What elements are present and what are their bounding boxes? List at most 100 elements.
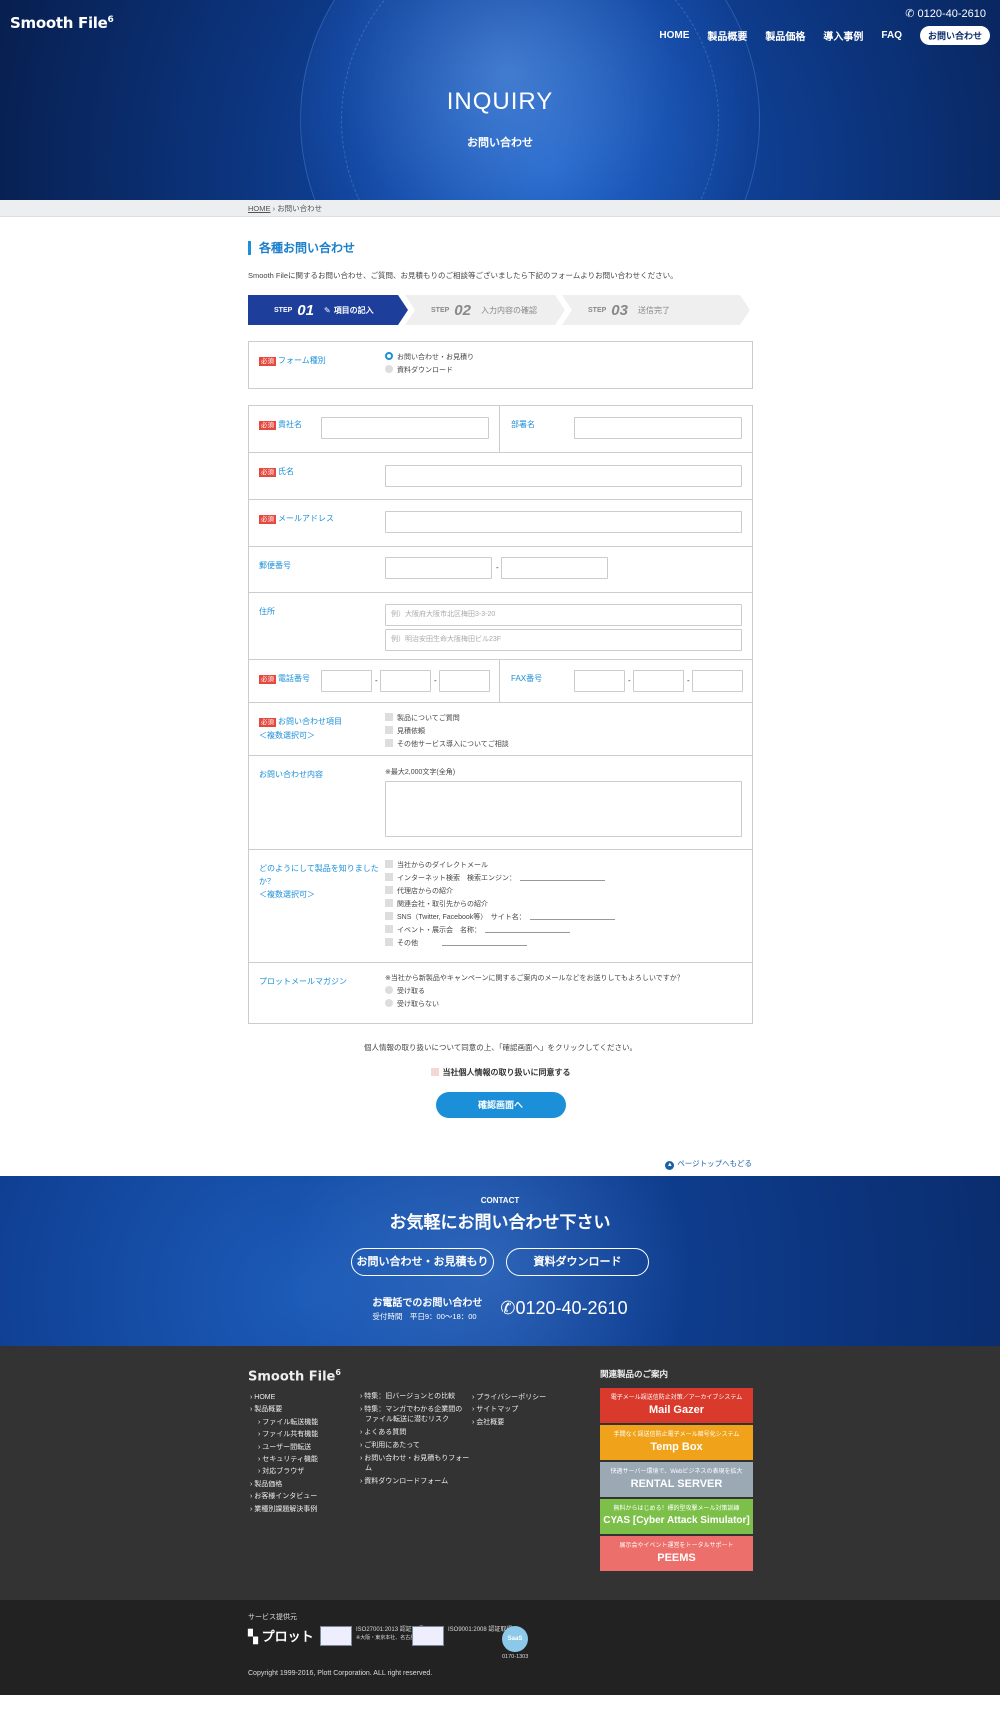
footer-link[interactable]: › プライバシーポリシー [472,1392,546,1404]
checkbox[interactable] [385,938,393,946]
footer-link[interactable]: › ご利用にあたって [360,1441,469,1451]
related-title: 関連製品のご案内 [600,1369,669,1379]
phone-input-2[interactable] [380,670,431,692]
agree-checkbox[interactable]: 当社個人情報の取り扱いに同意する [248,1067,753,1078]
inquiry-item-estimate[interactable]: 見積依頼 [385,726,425,738]
name-input[interactable] [385,465,742,487]
contact-download-button[interactable]: 資料ダウンロード [506,1248,649,1276]
footer-link[interactable]: › 資料ダウンロードフォーム [360,1477,469,1487]
magazine-receive[interactable]: 受け取る [385,986,425,998]
checkbox[interactable] [430,1068,439,1076]
footer-link[interactable]: › 会社概要 [472,1417,546,1429]
related-rental-server[interactable]: 快適サーバー環境で、Webビジネスの表現を拡大 RENTAL SERVER [600,1462,753,1497]
nav-cases[interactable]: 導入事例 [823,28,863,43]
postal-input-2[interactable] [501,557,608,579]
footer-link[interactable]: › HOME [250,1392,318,1404]
form-type-option-inquiry[interactable]: お問い合わせ・お見積り [385,352,474,364]
nav-price[interactable]: 製品価格 [765,28,805,43]
fax-input-3[interactable] [692,670,743,692]
phone-input-3[interactable] [439,670,490,692]
search-engine-field[interactable] [520,880,605,881]
checkbox[interactable] [385,912,393,920]
source-search[interactable]: インターネット検索 検索エンジン： [385,873,605,885]
footer-link[interactable]: › お問い合わせ・お見積もりフォー [360,1454,469,1464]
source-agency[interactable]: 代理店からの紹介 [385,886,453,898]
contact-inquiry-button[interactable]: お問い合わせ・お見積もり [351,1248,494,1276]
checkbox[interactable] [385,925,393,933]
footer-link[interactable]: › サイトマップ [472,1404,546,1416]
footer-link[interactable]: › 対応ブラウザ [250,1466,318,1478]
radio[interactable] [385,365,393,373]
radio[interactable] [385,999,393,1007]
nav-faq[interactable]: FAQ [881,30,902,41]
department-input[interactable] [574,417,742,439]
checkbox[interactable] [385,726,393,734]
footer-link[interactable]: › お客様インタビュー [250,1491,318,1503]
checkbox[interactable] [385,873,393,881]
nav-product[interactable]: 製品概要 [707,28,747,43]
footer: Smooth File6 › HOME › 製品概要 › ファイル転送機能 › … [0,1346,1000,1600]
fax-input-1[interactable] [574,670,625,692]
iso9001-badge: ISO9001:2008 認証取得 [412,1626,512,1646]
checkbox[interactable] [385,739,393,747]
footer-link-cont[interactable]: ファイル転送に潜むリスク [360,1415,469,1425]
email-input[interactable] [385,511,742,533]
source-dm[interactable]: 当社からのダイレクトメール [385,860,488,872]
form-type-option-download[interactable]: 資料ダウンロード [385,365,453,377]
footer-link[interactable]: › 特集：マンガでわかる企業間の [360,1405,469,1415]
footer-link[interactable]: › ユーザー間転送 [250,1442,318,1454]
inquiry-item-question[interactable]: 製品についてご質問 [385,713,460,725]
page-top-link[interactable]: ▲ ページトップへもどる [0,1158,1000,1170]
footer-link[interactable]: › 製品概要 [250,1404,318,1416]
source-sns[interactable]: SNS（Twitter, Facebook等） サイト名： [385,912,615,924]
footer-link-cont[interactable]: ム [360,1464,469,1474]
source-other[interactable]: その他 [385,938,527,950]
source-event[interactable]: イベント・展示会 名称： [385,925,570,937]
contact-phone-number[interactable]: ✆0120-40-2610 [500,1298,627,1319]
saas-badge: SaaS [502,1626,528,1652]
nav-contact-button[interactable]: お問い合わせ [919,26,990,45]
main-content: 各種お問い合わせ Smooth Fileに関するお問い合わせ、ご質問、お見積もり… [248,241,753,1118]
phone-input-1[interactable] [321,670,372,692]
footer-link[interactable]: › ファイル共有機能 [250,1429,318,1441]
source-partner[interactable]: 関連会社・取引先からの紹介 [385,899,488,911]
magazine-not-receive[interactable]: 受け取らない [385,999,439,1011]
nav-home[interactable]: HOME [659,30,689,41]
plott-logo[interactable]: ▚ プロット [248,1626,314,1645]
footer-link[interactable]: › ファイル転送機能 [250,1417,318,1429]
company-input[interactable] [321,417,489,439]
other-field[interactable] [442,945,527,946]
saas-number: 0170-1303 [502,1654,529,1660]
footer-link[interactable]: › 業種別課題解決事例 [250,1504,318,1516]
inquiry-item-consult[interactable]: その他サービス導入についてご相談 [385,739,509,751]
confirm-button[interactable]: 確認画面へ [435,1092,566,1118]
footer-link[interactable]: › 製品価格 [250,1479,318,1491]
radio-selected[interactable] [385,352,393,360]
radio[interactable] [385,986,393,994]
footer-link[interactable]: › セキュリティ機能 [250,1454,318,1466]
checkbox[interactable] [385,860,393,868]
fax-input-2[interactable] [633,670,684,692]
footer-link[interactable]: › 特集：旧バージョンとの比較 [360,1392,469,1402]
postal-input-1[interactable] [385,557,492,579]
checkbox[interactable] [385,886,393,894]
address-input-1[interactable]: 例）大阪府大阪市北区梅田3-3-20 [385,604,742,626]
contact-title: お気軽にお問い合わせ下さい [389,1213,611,1232]
inquiry-content-textarea[interactable] [385,781,742,837]
site-logo[interactable]: Smooth File6 [10,14,114,32]
postal-dash: - [496,563,499,572]
breadcrumb-home[interactable]: HOME [248,204,271,213]
related-tempbox[interactable]: 手間なく誤送信防止電子メール暗号化システム Temp Box [600,1425,753,1460]
breadcrumb: HOME › お問い合わせ [0,200,1000,217]
related-cyas[interactable]: 無料からはじめる！標的型攻撃メール対策訓練 CYAS [Cyber Attack … [600,1499,753,1534]
related-mailgazer[interactable]: 電子メール誤送信防止対策／アーカイブシステム Mail Gazer [600,1388,753,1423]
site-name-field[interactable] [529,919,615,920]
event-name-field[interactable] [485,932,570,933]
footer-logo[interactable]: Smooth File6 [248,1368,341,1384]
section-lead: Smooth Fileに関するお問い合わせ、ご質問、お見積もりのご相談等ございま… [248,271,678,280]
address-input-2[interactable]: 例）明治安田生命大阪梅田ビル23F [385,629,742,651]
checkbox[interactable] [385,713,393,721]
related-peems[interactable]: 展示会やイベント運営をトータルサポート PEEMS [600,1536,753,1571]
checkbox[interactable] [385,899,393,907]
footer-link[interactable]: › よくある質問 [360,1428,469,1438]
